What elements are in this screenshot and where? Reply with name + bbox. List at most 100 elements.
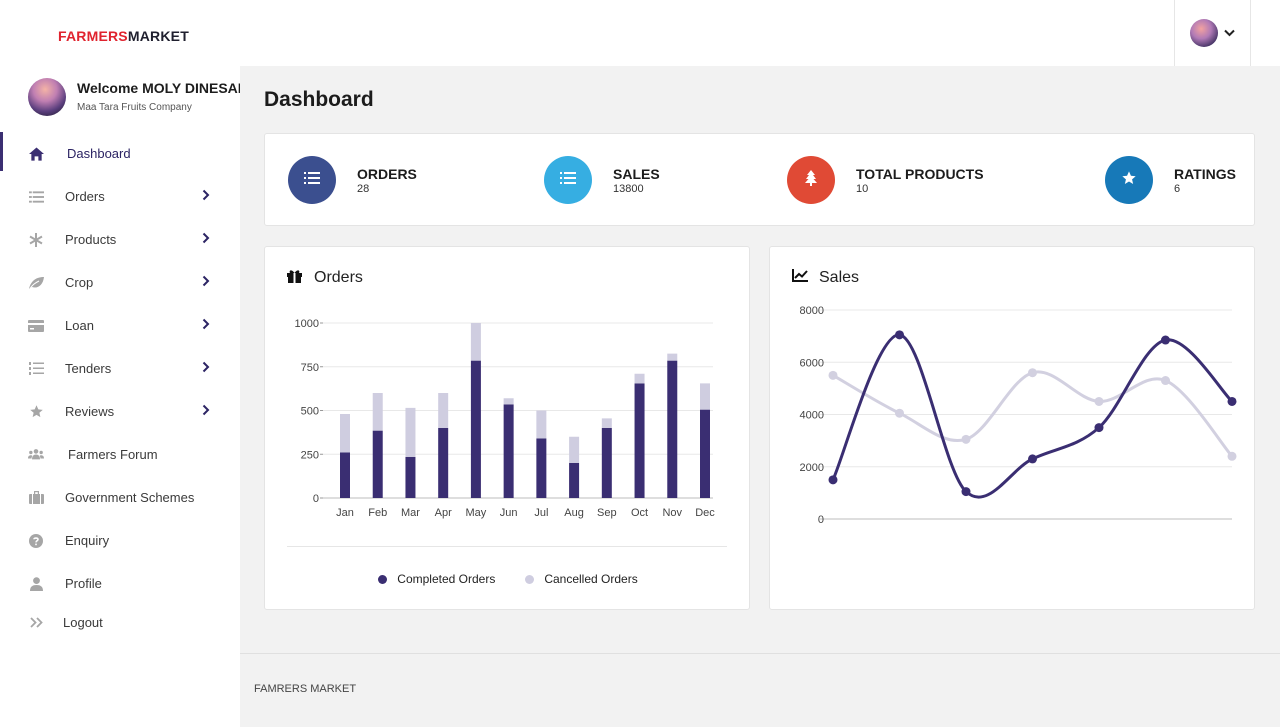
- stat-products-value: 10: [856, 182, 869, 195]
- chevron-right-icon: [202, 189, 210, 204]
- briefcase-icon: [28, 490, 44, 506]
- stat-ratings-title: RATINGS: [1174, 165, 1236, 182]
- leaf-icon: [28, 275, 44, 291]
- brand-part-2: MARKET: [127, 28, 189, 44]
- sidebar-item-label: Dashboard: [67, 146, 131, 161]
- x-tick-label: Jan: [336, 507, 354, 519]
- sales-dark-point-3: [1028, 454, 1037, 464]
- sidebar-item-dashboard[interactable]: Dashboard: [0, 132, 240, 175]
- chevron-right-icon: [202, 361, 210, 376]
- sidebar-item-logout[interactable]: Logout: [0, 605, 240, 640]
- bar-cancelled-may: [470, 323, 481, 361]
- sidebar-item-reviews[interactable]: Reviews: [0, 390, 240, 433]
- chevron-right-icon: [202, 404, 210, 419]
- bar-completed-feb: [372, 430, 383, 498]
- bar-cancelled-sep: [601, 418, 612, 428]
- sidebar-item-crop[interactable]: Crop: [0, 261, 240, 304]
- sidebar-item-label: Reviews: [65, 404, 115, 419]
- sales-dark-point-4: [1094, 423, 1104, 433]
- orders-chart-panel: 0 250 500 750 1000 Jan Feb Mar Apr May Jun Jul Aug Se…: [264, 246, 750, 610]
- stat-ratings[interactable]: RATINGS 6: [1105, 156, 1236, 204]
- stat-orders[interactable]: ORDERS 28: [288, 156, 417, 204]
- top-bar: FARMERSMARKET: [0, 0, 1280, 66]
- sidebar-item-label: Enquiry: [65, 533, 110, 548]
- bar-cancelled-nov: [667, 353, 678, 361]
- sidebar-item-orders[interactable]: Orders: [0, 175, 240, 218]
- bar-completed-oct: [634, 383, 645, 498]
- tree-icon: [805, 169, 817, 191]
- sidebar-item-label: Crop: [65, 275, 94, 290]
- bar-cancelled-jul: [536, 410, 547, 439]
- sales-light-point-0: [828, 370, 838, 380]
- bar-completed-jun: [503, 404, 514, 498]
- sales-light-point-6: [1227, 451, 1237, 461]
- y-tick-label: 0: [818, 514, 824, 526]
- sales-dark-point-0: [828, 475, 838, 485]
- bar-cancelled-feb: [372, 393, 383, 431]
- bar-cancelled-apr: [438, 393, 449, 428]
- question-circle-icon: [28, 533, 44, 549]
- sidebar-item-label: Profile: [65, 576, 102, 591]
- sidebar-item-loan[interactable]: Loan: [0, 304, 240, 347]
- sidebar-item-products[interactable]: Products: [0, 218, 240, 261]
- x-tick-label: Dec: [695, 507, 715, 519]
- x-tick-label: Sep: [597, 507, 617, 519]
- sales-dark-point-2: [961, 487, 971, 497]
- sidebar-item-label: Products: [65, 232, 117, 247]
- sales-light-point-4: [1094, 396, 1104, 406]
- legend-cancelled-label: Cancelled Orders: [544, 572, 638, 586]
- bar-completed-jul: [536, 438, 547, 498]
- footer-text: FAMRERS MARKET: [254, 683, 357, 695]
- legend-divider: [287, 546, 727, 547]
- y-tick-label: 1000: [295, 318, 319, 330]
- main-content: Dashboard ORDERS 28 SALES 13800 TOTAL PR…: [240, 66, 1280, 653]
- stat-products-circle: [787, 156, 835, 204]
- sidebar-item-farmers-forum[interactable]: Farmers Forum: [0, 433, 240, 476]
- x-tick-label: Nov: [662, 507, 682, 519]
- sales-light-point-5: [1161, 376, 1170, 386]
- sales-panel-title: Sales: [819, 269, 860, 286]
- legend-cancelled-orders[interactable]: Cancelled Orders: [525, 572, 638, 586]
- brand-logo[interactable]: FARMERSMARKET: [58, 28, 189, 44]
- legend-completed-orders[interactable]: Completed Orders: [378, 572, 495, 586]
- sidebar-item-government-schemes[interactable]: Government Schemes: [0, 476, 240, 519]
- home-icon: [28, 146, 44, 162]
- user-menu-button[interactable]: [1174, 0, 1251, 66]
- sidebar-item-label: Loan: [65, 318, 94, 333]
- y-tick-label: 250: [301, 449, 319, 461]
- stat-sales[interactable]: SALES 13800: [544, 156, 660, 204]
- sidebar-item-tenders[interactable]: Tenders: [0, 347, 240, 390]
- legend-completed-dot: [378, 574, 388, 584]
- users-icon: [28, 447, 44, 463]
- x-tick-label: Oct: [631, 507, 648, 519]
- stat-total-products[interactable]: TOTAL PRODUCTS 10: [787, 156, 984, 204]
- sales-light-point-1: [895, 408, 904, 418]
- stat-ratings-circle: [1105, 156, 1153, 204]
- legend-cancelled-dot: [525, 574, 535, 584]
- sidebar: Welcome MOLY DINESAN Maa Tara Fruits Com…: [0, 66, 248, 727]
- sales-series-dark-line: [831, 333, 1234, 499]
- sidebar-item-label: Farmers Forum: [68, 447, 158, 462]
- sidebar-item-label: Tenders: [65, 361, 112, 376]
- list-icon: [28, 189, 44, 205]
- x-tick-label: May: [466, 507, 487, 519]
- sidebar-item-label: Logout: [63, 615, 103, 630]
- sidebar-item-enquiry[interactable]: Enquiry: [0, 519, 240, 562]
- x-tick-label: Aug: [564, 507, 584, 519]
- bar-cancelled-mar: [405, 407, 416, 457]
- sales-dark-point-1: [895, 330, 904, 340]
- sales-dark-point-6: [1227, 396, 1237, 406]
- bar-completed-jan: [340, 452, 350, 498]
- sales-line-chart: 0 2000 4000 6000 8000: [800, 305, 1237, 526]
- bar-cancelled-jun: [503, 398, 514, 405]
- stat-sales-value: 13800: [613, 182, 644, 195]
- bar-completed-dec: [700, 409, 710, 498]
- stats-card: ORDERS 28 SALES 13800 TOTAL PRODUCTS 10: [264, 133, 1255, 226]
- brand-part-1: FARMERS: [58, 28, 128, 44]
- y-tick-label: 500: [301, 406, 319, 418]
- sidebar-item-profile[interactable]: Profile: [0, 562, 240, 605]
- bar-cancelled-aug: [569, 436, 580, 463]
- sidebar-item-label: Government Schemes: [65, 490, 195, 505]
- y-tick-label: 4000: [800, 410, 824, 422]
- user-icon: [28, 576, 44, 592]
